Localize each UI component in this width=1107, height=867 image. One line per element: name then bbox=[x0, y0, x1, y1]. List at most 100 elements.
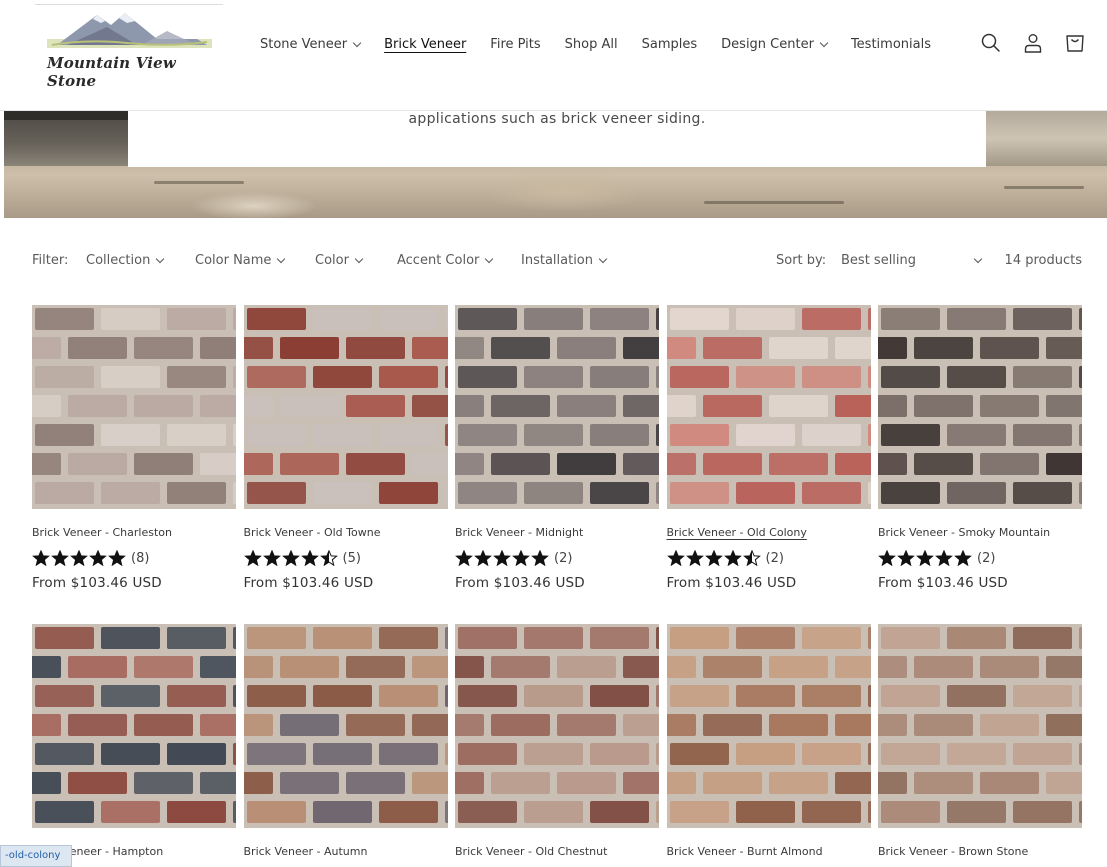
nav-item-samples[interactable]: Samples bbox=[642, 37, 698, 52]
brick bbox=[623, 714, 659, 736]
product-title[interactable]: Brick Veneer - Old Chestnut bbox=[455, 845, 659, 859]
product-card[interactable]: Brick Veneer - Charleston (8) From $103.46… bbox=[32, 305, 236, 591]
filter-color-name[interactable]: Color Name bbox=[195, 253, 286, 268]
rating-stars bbox=[32, 550, 126, 566]
sort-select[interactable]: Best selling bbox=[841, 253, 983, 268]
product-card[interactable]: Brick Veneer - Old Chestnut bbox=[455, 624, 659, 859]
brick bbox=[878, 772, 907, 794]
product-image-link[interactable] bbox=[455, 624, 659, 828]
filter-color[interactable]: Color bbox=[315, 253, 364, 268]
brick bbox=[200, 395, 236, 417]
product-card[interactable]: Brick Veneer - Old Colony (2) From $103.46… bbox=[666, 305, 871, 591]
nav-item-stone-veneer[interactable]: Stone Veneer bbox=[260, 37, 362, 52]
product-image-link[interactable] bbox=[32, 624, 236, 828]
brick bbox=[980, 656, 1039, 678]
collection-description: applications such as brick veneer siding… bbox=[408, 111, 706, 127]
brick bbox=[524, 366, 583, 388]
brick bbox=[947, 801, 1006, 823]
brick bbox=[378, 801, 438, 823]
nav-item-fire-pits[interactable]: Fire Pits bbox=[490, 37, 540, 52]
brick bbox=[1079, 685, 1082, 707]
product-image-link[interactable] bbox=[666, 624, 871, 828]
product-title[interactable]: Brick Veneer - Smoky Mountain bbox=[878, 526, 1082, 540]
brick bbox=[1013, 627, 1072, 649]
brick bbox=[656, 743, 659, 765]
product-card[interactable]: Brick Veneer - Brown Stone bbox=[878, 624, 1082, 859]
product-card[interactable]: Brick Veneer - Smoky Mountain (2) From $10… bbox=[878, 305, 1082, 591]
product-card[interactable]: Brick Veneer - Autumn bbox=[243, 624, 448, 859]
brick bbox=[669, 685, 729, 707]
product-image-link[interactable] bbox=[32, 305, 236, 509]
brick bbox=[768, 714, 828, 736]
nav-item-brick-veneer[interactable]: Brick Veneer bbox=[384, 37, 466, 52]
product-title[interactable]: Brick Veneer - Autumn bbox=[244, 845, 448, 859]
brick bbox=[312, 801, 372, 823]
brick bbox=[279, 656, 339, 678]
search-icon[interactable] bbox=[979, 31, 1003, 55]
product-card[interactable]: Brick Veneer - Hampton bbox=[32, 624, 236, 859]
product-image-link[interactable] bbox=[243, 305, 448, 509]
product-image-link[interactable] bbox=[666, 305, 871, 509]
star-icon bbox=[954, 550, 972, 566]
rating-stars bbox=[243, 550, 338, 566]
product-card[interactable]: Brick Veneer - Old Towne (5) From $103.46 … bbox=[243, 305, 448, 591]
product-image-link[interactable] bbox=[878, 624, 1082, 828]
brick bbox=[312, 627, 372, 649]
site-logo[interactable]: Mountain View Stone bbox=[35, 4, 223, 90]
product-image-link[interactable] bbox=[455, 305, 659, 509]
brick bbox=[656, 685, 659, 707]
product-title[interactable]: Brick Veneer - Midnight bbox=[455, 526, 659, 540]
product-image-link[interactable] bbox=[878, 305, 1082, 509]
brick bbox=[345, 453, 405, 475]
brick bbox=[444, 801, 448, 823]
filter-accent-color[interactable]: Accent Color bbox=[397, 253, 494, 268]
sort-value: Best selling bbox=[841, 253, 917, 268]
brick bbox=[524, 424, 583, 446]
product-image bbox=[878, 624, 1082, 828]
filter-color-name-label: Color Name bbox=[195, 253, 272, 268]
brick bbox=[656, 308, 659, 330]
filter-collection[interactable]: Collection bbox=[86, 253, 165, 268]
account-icon[interactable] bbox=[1021, 31, 1045, 55]
brick bbox=[669, 424, 729, 446]
brick bbox=[455, 772, 484, 794]
product-title[interactable]: Brick Veneer - Old Towne bbox=[244, 526, 448, 540]
brick bbox=[590, 627, 649, 649]
brick bbox=[881, 366, 940, 388]
brick bbox=[101, 482, 160, 504]
brick bbox=[68, 453, 127, 475]
brick bbox=[312, 424, 372, 446]
brick bbox=[768, 395, 828, 417]
product-title[interactable]: Brick Veneer - Charleston bbox=[32, 526, 236, 540]
brick bbox=[1013, 424, 1072, 446]
brick bbox=[243, 772, 273, 794]
chevron-down-icon bbox=[354, 254, 364, 264]
nav-item-testimonials[interactable]: Testimonials bbox=[851, 37, 931, 52]
filter-installation[interactable]: Installation bbox=[521, 253, 608, 268]
product-title[interactable]: Brick Veneer - Brown Stone bbox=[878, 845, 1082, 859]
brick bbox=[702, 714, 762, 736]
brick bbox=[246, 743, 306, 765]
product-card[interactable]: Brick Veneer - Burnt Almond bbox=[666, 624, 871, 859]
brick bbox=[669, 482, 729, 504]
brick bbox=[411, 395, 448, 417]
brick bbox=[458, 366, 517, 388]
brick bbox=[491, 453, 550, 475]
brick bbox=[243, 714, 273, 736]
brick bbox=[444, 366, 448, 388]
product-card[interactable]: Brick Veneer - Midnight (2) From $103.46 U… bbox=[455, 305, 659, 591]
banner-texture bbox=[1004, 186, 1084, 189]
nav-item-shop-all[interactable]: Shop All bbox=[565, 37, 618, 52]
filter-label: Filter: bbox=[32, 253, 69, 268]
brick bbox=[134, 772, 193, 794]
brick bbox=[35, 482, 94, 504]
nav-item-design-center[interactable]: Design Center bbox=[721, 37, 829, 52]
star-icon bbox=[108, 550, 126, 566]
product-title[interactable]: Brick Veneer - Old Colony bbox=[667, 526, 871, 540]
cart-icon[interactable] bbox=[1063, 31, 1087, 55]
product-image-link[interactable] bbox=[243, 624, 448, 828]
brick bbox=[735, 308, 795, 330]
brick bbox=[557, 337, 616, 359]
product-title[interactable]: Brick Veneer - Burnt Almond bbox=[667, 845, 871, 859]
product-image bbox=[243, 305, 448, 509]
